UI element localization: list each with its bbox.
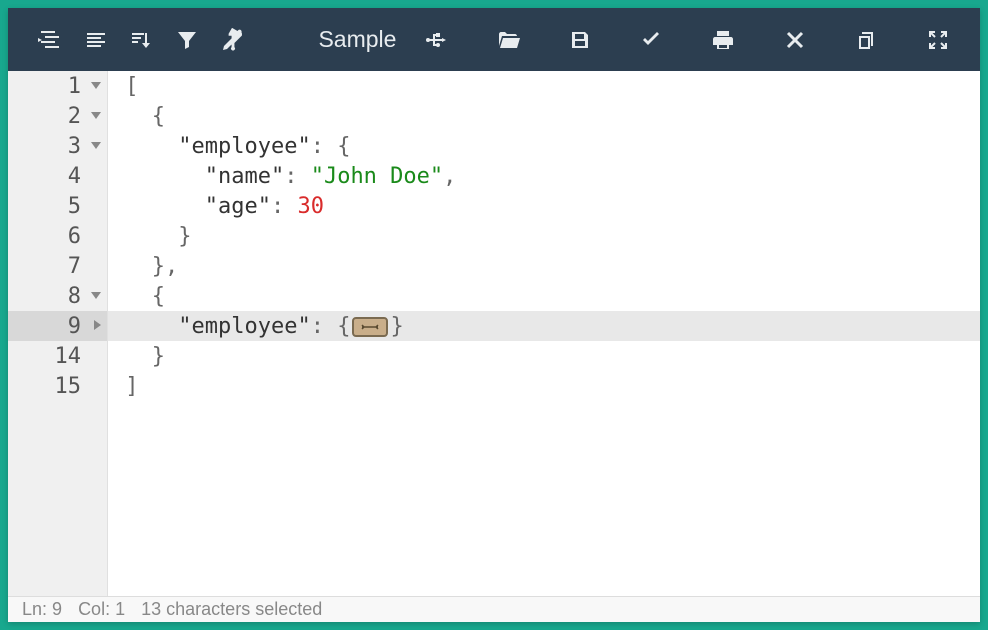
json-key: "employee": [178, 314, 310, 339]
indent-right-button[interactable]: [30, 17, 70, 63]
code-content[interactable]: [ { "employee": { "name": "John Doe", "a…: [108, 71, 980, 596]
status-bar: Ln: 9 Col: 1 13 characters selected: [8, 596, 980, 622]
brace: {: [337, 314, 350, 339]
code-editor[interactable]: 1 2 3 4 5 6 7 8 9 14 15 [ { "employee": …: [8, 71, 980, 596]
json-key: "name": [205, 164, 284, 189]
brace: {: [152, 284, 165, 309]
line-number: 5: [68, 194, 99, 219]
status-selection: 13 characters selected: [141, 599, 322, 620]
fold-toggle[interactable]: [91, 290, 103, 302]
print-button[interactable]: [703, 17, 743, 63]
line-number: 7: [68, 254, 99, 279]
brace: {: [152, 104, 165, 129]
sample-label: Sample: [318, 26, 396, 53]
fold-toggle[interactable]: [91, 110, 103, 122]
line-number: 6: [68, 224, 99, 249]
save-button[interactable]: [560, 17, 600, 63]
open-button[interactable]: [488, 17, 528, 63]
clear-button[interactable]: [775, 17, 815, 63]
brace: }: [178, 224, 191, 249]
brace: }: [152, 344, 165, 369]
filter-button[interactable]: [167, 17, 207, 63]
status-line: Ln: 9: [22, 599, 62, 620]
json-editor-app: Sample: [8, 8, 980, 622]
brace: }: [390, 314, 403, 339]
brace: {: [337, 134, 350, 159]
gutter: 1 2 3 4 5 6 7 8 9 14 15: [8, 71, 108, 596]
brace: },: [152, 254, 179, 279]
usb-button[interactable]: [416, 17, 456, 63]
folded-region-widget[interactable]: [352, 317, 388, 337]
toolbar: Sample: [8, 8, 980, 71]
settings-button[interactable]: [213, 17, 253, 63]
align-left-button[interactable]: [76, 17, 116, 63]
bracket: ]: [125, 374, 138, 399]
bracket: [: [125, 74, 138, 99]
fullscreen-button[interactable]: [918, 17, 958, 63]
fold-toggle[interactable]: [91, 140, 103, 152]
json-number: 30: [297, 194, 324, 219]
json-key: "age": [205, 194, 271, 219]
sort-button[interactable]: [121, 17, 161, 63]
fold-toggle[interactable]: [91, 80, 103, 92]
line-number: 15: [55, 374, 100, 399]
json-key: "employee": [178, 134, 310, 159]
validate-button[interactable]: [631, 17, 671, 63]
line-number: 14: [55, 344, 100, 369]
sample-dropdown[interactable]: Sample: [258, 17, 410, 63]
json-string: "John Doe": [311, 164, 443, 189]
fold-toggle[interactable]: [91, 320, 103, 332]
line-number: 4: [68, 164, 99, 189]
status-col: Col: 1: [78, 599, 125, 620]
copy-button[interactable]: [847, 17, 887, 63]
